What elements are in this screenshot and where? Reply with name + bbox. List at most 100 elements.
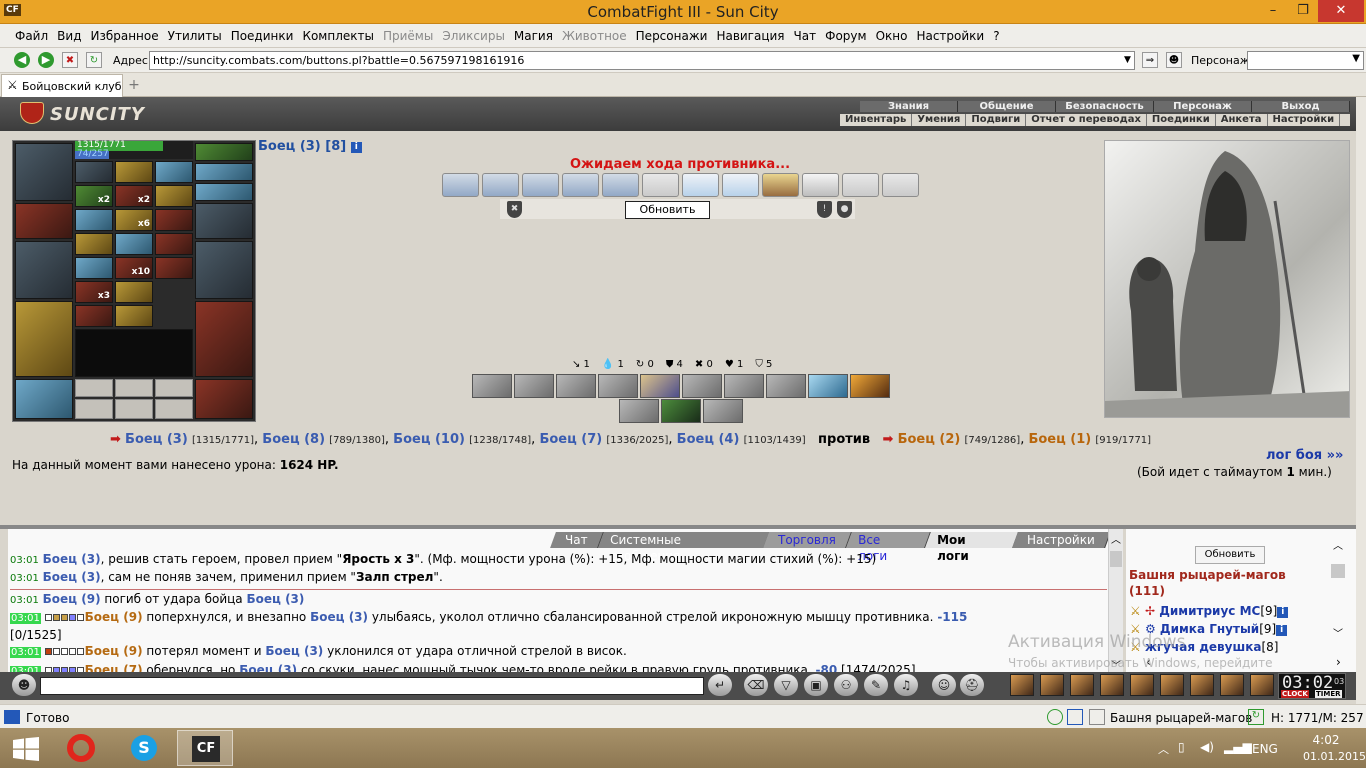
belt-item[interactable]	[75, 257, 113, 279]
enemy-link[interactable]: Боец (2)	[898, 432, 961, 447]
top-nav-item[interactable]: Знания	[860, 101, 958, 112]
chat-fighter[interactable]: Боец (3)	[310, 610, 368, 624]
scroll-thumb[interactable]	[1331, 564, 1345, 578]
go-icon[interactable]: ⇒	[1142, 52, 1158, 68]
bracers-slot[interactable]	[15, 203, 73, 239]
technique-button[interactable]	[808, 374, 848, 398]
spell-scroll[interactable]	[482, 173, 519, 197]
fighter-link[interactable]: Боец (10)	[393, 432, 465, 447]
menu-item[interactable]: Чат	[794, 29, 817, 43]
helmet-slot[interactable]	[15, 143, 73, 201]
boots-slot[interactable]	[75, 329, 193, 377]
skype-taskbar-icon[interactable]: S	[115, 730, 171, 766]
forward-icon[interactable]: ▶	[38, 52, 54, 68]
gloves-slot[interactable]	[195, 203, 253, 239]
technique-button[interactable]	[556, 374, 596, 398]
empty-slot[interactable]	[155, 379, 193, 397]
spell-scroll[interactable]	[802, 173, 839, 197]
technique-button[interactable]	[619, 399, 659, 423]
technique-button[interactable]	[703, 399, 743, 423]
clan-icon[interactable]	[1070, 674, 1094, 696]
chevron-up-icon[interactable]: ︿	[1111, 531, 1121, 546]
belt-item[interactable]	[155, 161, 193, 183]
chat-fighter[interactable]: Боец (3)	[43, 570, 101, 584]
fighter-link[interactable]: Боец (4)	[677, 432, 740, 447]
back-icon[interactable]: ◀	[14, 52, 30, 68]
clock-label[interactable]: CLOCK	[1281, 690, 1309, 698]
fighter-link[interactable]: Боец (7)	[539, 432, 602, 447]
pet-icon[interactable]	[1220, 674, 1244, 696]
smiley-icon[interactable]: ☺	[932, 674, 956, 696]
spell-scroll[interactable]	[562, 173, 599, 197]
save-icon[interactable]: ▣	[804, 674, 828, 696]
language-indicator[interactable]: ENG	[1252, 742, 1278, 756]
update-button[interactable]: Обновить	[625, 201, 710, 219]
empty-slot[interactable]	[75, 379, 113, 397]
chat-fighter[interactable]: Боец (9)	[85, 644, 143, 658]
belt-item[interactable]: x2	[75, 185, 113, 207]
quiver-slot[interactable]	[195, 241, 253, 299]
chat-input[interactable]	[40, 677, 704, 695]
new-tab-button[interactable]: +	[124, 76, 144, 95]
belt-item[interactable]	[115, 233, 153, 255]
top-nav-item[interactable]: Безопасность	[1056, 101, 1154, 112]
tray-expand-icon[interactable]: ︿	[1158, 741, 1169, 757]
chat-fighter[interactable]: Боец (3)	[239, 663, 297, 672]
belt-item[interactable]: x2	[115, 185, 153, 207]
pants-slot[interactable]	[195, 301, 253, 377]
close-button[interactable]: ✕	[1318, 0, 1364, 22]
technique-button[interactable]	[850, 374, 890, 398]
technique-button[interactable]	[598, 374, 638, 398]
menu-item[interactable]: Утилиты	[168, 29, 222, 43]
character-select[interactable]: ▼	[1247, 51, 1364, 70]
technique-button[interactable]	[472, 374, 512, 398]
empty-scroll-slot[interactable]	[882, 173, 919, 197]
eraser-icon[interactable]: ⌫	[744, 674, 768, 696]
empty-slot[interactable]	[155, 399, 193, 419]
belt-item[interactable]: x10	[115, 257, 153, 279]
technique-button[interactable]	[766, 374, 806, 398]
friends-icon[interactable]	[1190, 674, 1214, 696]
boots2-slot[interactable]	[195, 379, 253, 419]
chat-fighter[interactable]: Боец (3)	[265, 644, 323, 658]
filter-icon[interactable]: ▽	[774, 674, 798, 696]
menu-item[interactable]: ?	[993, 29, 999, 43]
volume-icon[interactable]: ◀)	[1200, 740, 1214, 754]
potion-icon[interactable]	[1040, 674, 1064, 696]
audio-icon[interactable]: ♫	[894, 674, 918, 696]
chat-tab[interactable]: Все логи	[846, 532, 931, 563]
empty-slot[interactable]	[115, 399, 153, 419]
menu-item[interactable]: Избранное	[90, 29, 158, 43]
windows-start-icon[interactable]	[13, 737, 39, 761]
rings-slot[interactable]	[195, 183, 253, 201]
belt-item[interactable]	[115, 161, 153, 183]
technique-button[interactable]	[724, 374, 764, 398]
top-nav-item[interactable]: Общение	[958, 101, 1056, 112]
fighter-link[interactable]: Боец (8)	[262, 432, 325, 447]
chat-fighter[interactable]: Боец (3)	[43, 552, 101, 566]
users-icon[interactable]: ☻	[1166, 52, 1182, 68]
amulet-slot[interactable]	[195, 143, 253, 161]
signal-icon[interactable]: ▂▄▆	[1224, 740, 1252, 754]
belt-item[interactable]	[155, 233, 193, 255]
belt-item[interactable]	[155, 257, 193, 279]
scroll-thumb[interactable]	[1110, 551, 1122, 567]
empty-slot[interactable]	[75, 399, 113, 419]
belt-item[interactable]	[115, 305, 153, 327]
chat-tab[interactable]: Торговля	[763, 532, 853, 548]
fighter-link[interactable]: Боец (3)	[125, 432, 188, 447]
spell-scroll[interactable]	[522, 173, 559, 197]
earrings-slot[interactable]	[195, 163, 253, 181]
menu-item[interactable]: Форум	[825, 29, 866, 43]
tray-date[interactable]: 01.01.2015	[1303, 750, 1366, 763]
menu-item[interactable]: Вид	[57, 29, 81, 43]
list-icon[interactable]	[1067, 709, 1083, 725]
player-name[interactable]: Боец (3) [8] i	[258, 139, 362, 154]
chat-tab[interactable]: Чат	[550, 532, 604, 548]
spell-scroll[interactable]	[722, 173, 759, 197]
enemy-link[interactable]: Боец (1)	[1028, 432, 1091, 447]
chat-fighter[interactable]: Боец (9)	[85, 610, 143, 624]
belt-item[interactable]	[115, 281, 153, 303]
address-input[interactable]: http://suncity.combats.com/buttons.pl?ba…	[149, 51, 1135, 70]
chat-fighter[interactable]: Боец (7)	[85, 663, 143, 672]
